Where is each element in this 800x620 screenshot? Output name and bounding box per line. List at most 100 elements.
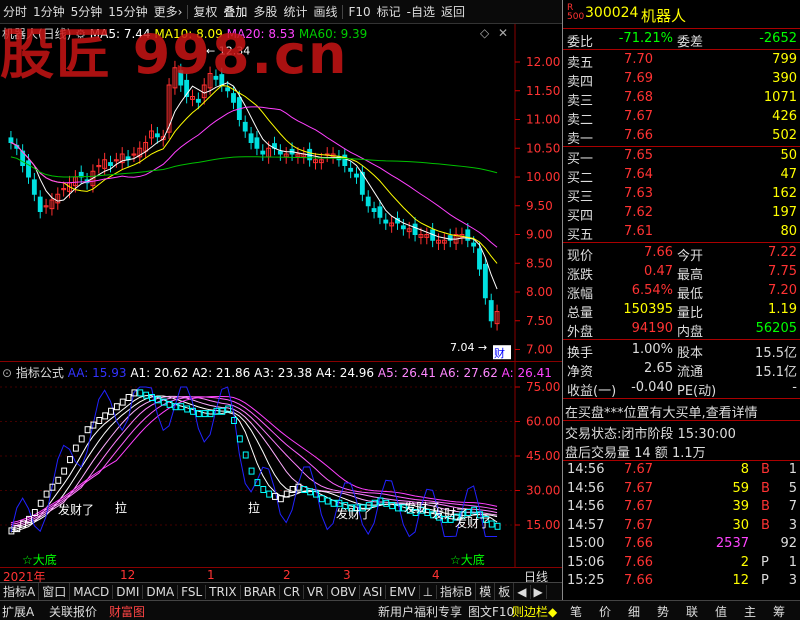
- bottom-right-4[interactable]: 联: [686, 603, 698, 620]
- tick-price: 7.67: [624, 499, 653, 514]
- osc-block: [72, 444, 79, 452]
- tick-volume: 8: [740, 462, 749, 477]
- tab-6[interactable]: TRIX: [206, 585, 241, 599]
- tab-7[interactable]: BRAR: [241, 585, 281, 599]
- ind-y-tick: 15.00: [526, 518, 560, 532]
- sell-volume: 1071: [763, 90, 797, 105]
- indicator-legend: ⊙ 指标公式 AA: 15.93 A1: 20.62 A2: 21.86 A3:…: [2, 364, 552, 381]
- bottom-right-7[interactable]: 筹: [773, 603, 785, 620]
- sell-row: 卖四 7.69 390: [563, 70, 800, 90]
- bottom-mid-2[interactable]: 则边栏◆: [512, 603, 557, 620]
- divider: [563, 398, 800, 399]
- main-chart[interactable]: 12.00 11.50 11.00 10.50 10.00 9.50 9.00 8.50 8.0…: [0, 23, 562, 362]
- stat-label: 最高: [677, 268, 704, 283]
- a5-label: A5: 26.41: [377, 366, 436, 380]
- stat-value: 7.66: [644, 245, 673, 260]
- tick-price: 7.66: [624, 573, 653, 588]
- tab-14[interactable]: 指标B: [437, 583, 477, 600]
- tab-11[interactable]: ASI: [360, 585, 387, 599]
- stat-label: 量比: [677, 306, 704, 321]
- indicator-name[interactable]: 指标公式: [16, 366, 64, 380]
- stat-value: 150395: [623, 302, 673, 317]
- y-tick: 9.00: [526, 228, 553, 242]
- tab-2[interactable]: MACD: [70, 585, 114, 599]
- stat-label: 最低: [677, 287, 704, 302]
- sell-label: 卖四: [567, 75, 594, 90]
- diamond-icon[interactable]: ◇: [480, 26, 489, 40]
- tab-18[interactable]: ▶: [531, 585, 547, 599]
- notice-link[interactable]: 在买盘***位置有大买单,查看详情: [565, 402, 758, 421]
- sell-row: 卖一 7.66 502: [563, 127, 800, 147]
- stat-label: 股本: [677, 346, 704, 361]
- tab-3[interactable]: DMI: [113, 585, 144, 599]
- tab-12[interactable]: EMV: [386, 585, 420, 599]
- tab-13[interactable]: ⊥: [420, 585, 438, 599]
- stat-label: 涨跌: [567, 268, 594, 283]
- bottom-left-2[interactable]: 财富图: [109, 603, 145, 620]
- bottom-right-3[interactable]: 势: [657, 603, 669, 620]
- toolbar-item-10[interactable]: F10: [345, 5, 373, 19]
- indicator-collapse-icon[interactable]: ⊙: [2, 366, 12, 380]
- osc-block: [383, 499, 390, 507]
- tab-9[interactable]: VR: [304, 585, 328, 599]
- tab-15[interactable]: 模: [476, 583, 496, 600]
- stock-name: 机器人: [641, 7, 687, 25]
- tick-time: 15:06: [567, 554, 605, 570]
- stat-label: 净资: [567, 365, 594, 380]
- sell-volume: 426: [772, 109, 797, 124]
- toolbar-item-11[interactable]: 标记: [374, 3, 404, 20]
- watermark: 股匠 998.cn: [0, 23, 349, 86]
- candle: [254, 137, 260, 149]
- tab-0[interactable]: 指标A: [0, 583, 40, 600]
- toolbar-item-13[interactable]: 返回: [438, 3, 468, 20]
- candle: [477, 248, 482, 270]
- bottom-right-6[interactable]: 主: [744, 603, 756, 620]
- tick-time: 14:56: [567, 499, 605, 514]
- tick-volume: 2: [740, 554, 749, 570]
- tick-count: 1: [788, 462, 797, 477]
- bottom-left-0[interactable]: 扩展A: [2, 603, 34, 620]
- bottom-mid-0[interactable]: 新用户福利专享: [378, 603, 462, 620]
- after-hours: 盘后交易量 14 额 1.1万: [565, 446, 706, 461]
- tab-5[interactable]: FSL: [178, 585, 207, 599]
- tab-17[interactable]: ◀: [514, 585, 531, 599]
- tab-1[interactable]: 窗口: [39, 583, 71, 600]
- tab-8[interactable]: CR: [280, 585, 304, 599]
- sell-label: 卖二: [567, 113, 594, 128]
- bottom-right-1[interactable]: 价: [599, 603, 611, 620]
- stat-label: 流通: [677, 365, 704, 380]
- tick-time: 14:57: [567, 517, 605, 533]
- y-tick: 12.00: [526, 55, 560, 69]
- bottom-right-2[interactable]: 细: [628, 603, 640, 620]
- bottom-right-5[interactable]: 值: [715, 603, 727, 620]
- tick-row: 15:25 7.66 12 P 3: [563, 572, 800, 591]
- bottom-left-1[interactable]: 关联报价: [49, 603, 97, 620]
- buy-label: 买三: [567, 190, 594, 205]
- y-tick: 10.50: [526, 141, 560, 155]
- tab-4[interactable]: DMA: [143, 585, 179, 599]
- candle: [231, 93, 236, 103]
- date-m12: 12: [120, 568, 136, 582]
- stat2-row: 收益(一) -0.040 PE(动) -: [563, 379, 800, 399]
- close-icon[interactable]: ✕: [498, 26, 508, 40]
- tick-side: B: [761, 499, 770, 514]
- buy-volume: 80: [780, 224, 797, 239]
- low-marker: 7.04 →: [450, 341, 487, 354]
- tick-count: 1: [788, 554, 797, 570]
- tab-10[interactable]: OBV: [328, 585, 361, 599]
- tab-16[interactable]: 板: [495, 583, 515, 600]
- bottom-right-0[interactable]: 笔: [570, 603, 582, 620]
- divider: [563, 242, 800, 243]
- stat-value: 56205: [755, 321, 797, 336]
- sell-volume: 502: [772, 128, 797, 143]
- indicator-chart[interactable]: 75.00 60.00 45.00 30.00 15.00 发财了拉拉发财了 发财了 发财了发…: [0, 362, 562, 567]
- bottom-mid-1[interactable]: 图文F10: [468, 603, 514, 620]
- buy-row: 买五 7.61 80: [563, 223, 800, 243]
- tick-side: B: [761, 517, 770, 533]
- osc-block: [236, 435, 243, 443]
- tick-count: 92: [780, 536, 797, 551]
- toolbar-item-12[interactable]: -自选: [404, 3, 438, 20]
- tick-time: 14:56: [567, 462, 605, 477]
- sell-price: 7.67: [624, 109, 653, 124]
- sell-volume: 799: [772, 52, 797, 67]
